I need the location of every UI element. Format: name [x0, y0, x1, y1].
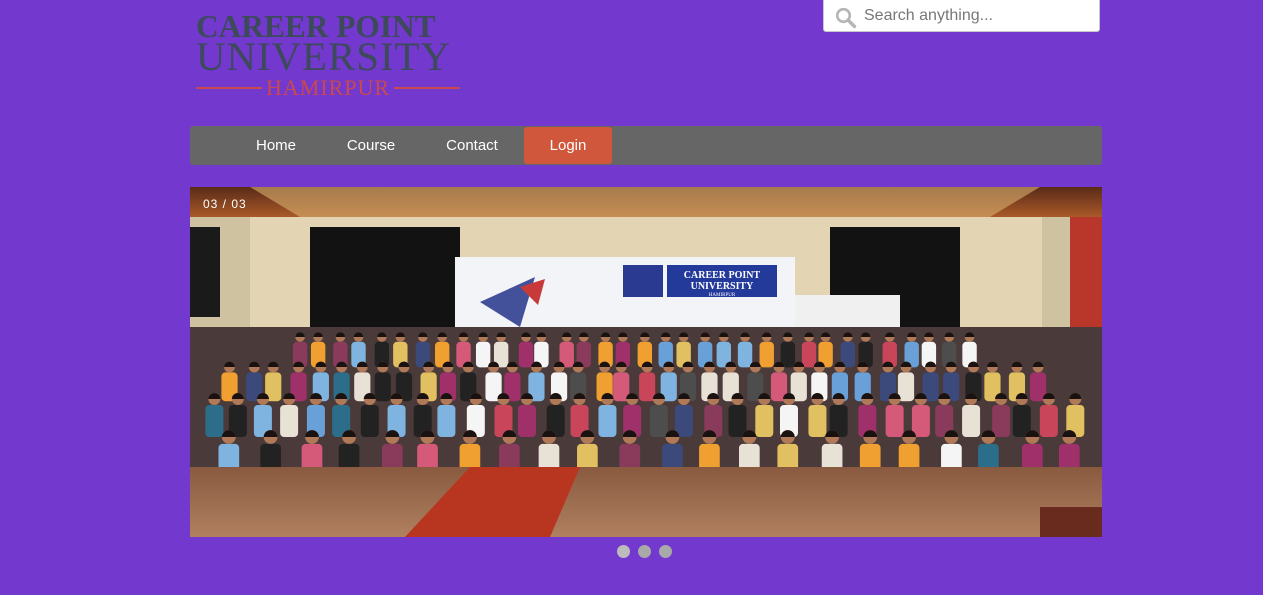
slide-dot-2[interactable] — [638, 545, 651, 558]
nav-item-course[interactable]: Course — [326, 126, 416, 165]
crowd-body — [674, 405, 693, 437]
nav-item-home[interactable]: Home — [235, 126, 317, 165]
crowd-body — [808, 405, 827, 437]
crowd-body — [374, 372, 391, 402]
crowd-body — [992, 405, 1011, 437]
crowd-body — [897, 372, 915, 402]
university-logo[interactable]: CAREER POINT UNIVERSITY HAMIRPUR — [196, 10, 461, 100]
banner-line-1: CAREER POINT — [684, 270, 761, 281]
crowd-body — [517, 405, 536, 437]
logo-line-university: UNIVERSITY — [196, 34, 451, 79]
logo-line-hamirpur: HAMIRPUR — [196, 75, 461, 100]
crowd-body — [1039, 405, 1058, 437]
slider-pagination — [617, 545, 672, 559]
crowd-body — [475, 341, 491, 368]
search-input[interactable] — [864, 3, 1089, 29]
crowd-body — [360, 405, 379, 437]
crowd-body — [801, 341, 817, 368]
crowd-body — [759, 341, 774, 368]
crowd-body — [755, 405, 774, 437]
logo-rule-left — [196, 87, 262, 89]
logo-rule-right — [394, 87, 461, 89]
banner-line-2: UNIVERSITY — [691, 281, 755, 292]
crowd-body — [911, 405, 930, 437]
slide-counter: 03 / 03 — [203, 197, 247, 211]
crowd-body — [280, 405, 299, 437]
main-nav: Home Course Contact Login — [190, 126, 1102, 165]
crowd-body — [437, 405, 456, 437]
crowd-body — [518, 341, 534, 368]
crowd-body — [962, 405, 981, 437]
crowd-body — [639, 372, 656, 402]
logo-hamirpur-text: HAMIRPUR — [265, 75, 391, 100]
image-slider[interactable]: CAREER POINT UNIVERSITY HAMIRPUR 03 / 03 — [190, 187, 1102, 537]
banner-line-3: HAMIRPUR — [709, 293, 736, 298]
search-icon[interactable] — [835, 7, 857, 29]
nav-item-contact[interactable]: Contact — [426, 126, 518, 165]
slide-dot-3[interactable] — [659, 545, 672, 558]
slide-image: CAREER POINT UNIVERSITY HAMIRPUR — [190, 187, 1102, 537]
nav-item-login[interactable]: Login — [524, 127, 612, 164]
crowd-body — [205, 405, 224, 437]
crowd-body — [598, 405, 617, 437]
crowd-body — [728, 405, 747, 437]
crowd-body — [649, 405, 668, 437]
crowd-body — [737, 341, 753, 368]
crowd-body — [885, 405, 904, 437]
slide-dot-1[interactable] — [617, 545, 630, 558]
search-box — [823, 0, 1100, 32]
